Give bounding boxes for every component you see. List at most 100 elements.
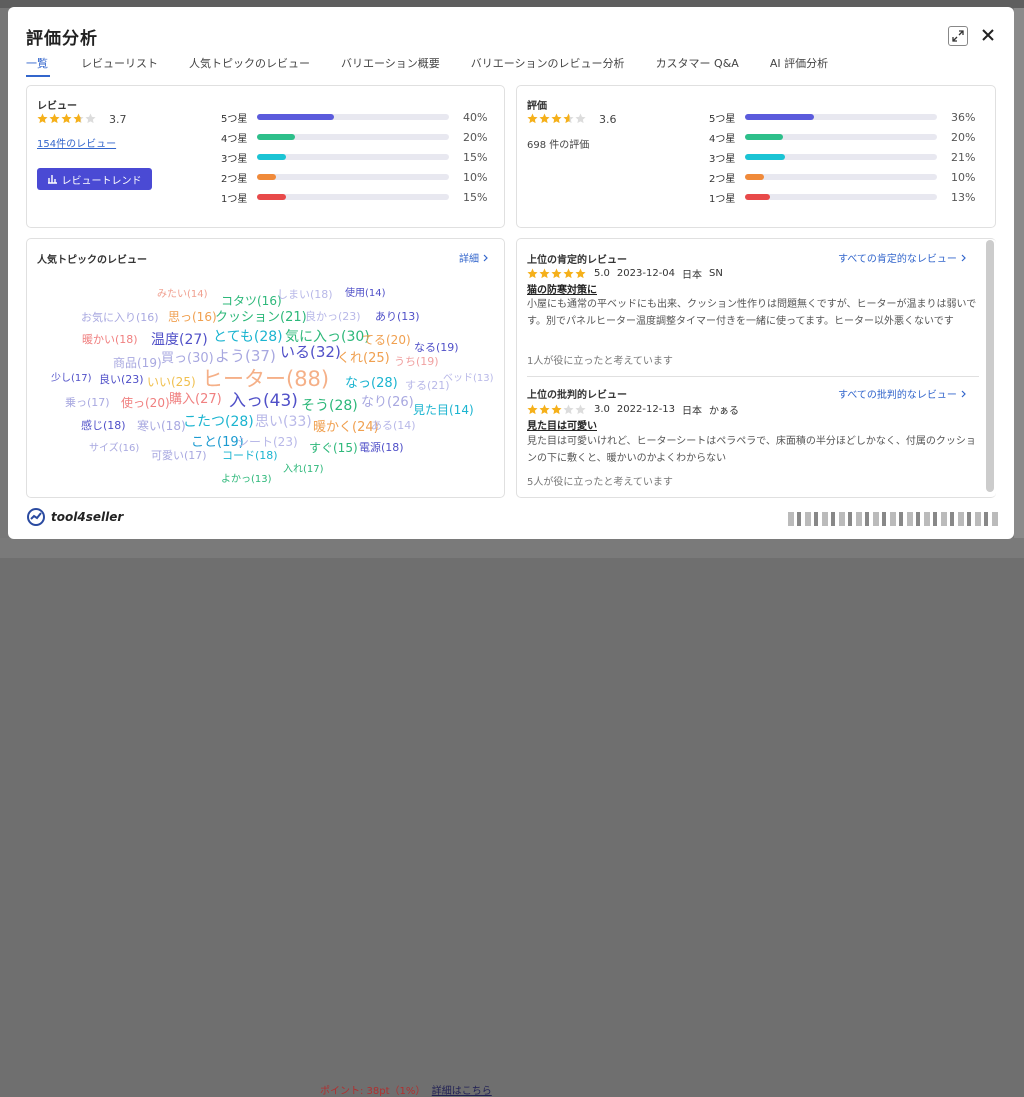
topic-word[interactable]: くれ(25) (337, 352, 390, 365)
tab-variation-overview[interactable]: バリエーション概要 (341, 55, 440, 77)
star-icon (539, 404, 550, 415)
topic-word[interactable]: よかっ(13) (221, 475, 272, 485)
review-trend-button[interactable]: レビュートレンド (37, 168, 152, 190)
reviews-scrollbar[interactable] (986, 240, 994, 492)
blurred-footer-area (788, 512, 998, 526)
topic-word[interactable]: 少し(17) (51, 374, 92, 384)
background-details-link[interactable]: 詳細はこちら (432, 1086, 492, 1097)
negative-review-title: 上位の批判的レビュー (527, 390, 627, 401)
star-icon (575, 404, 586, 415)
close-button[interactable] (978, 25, 998, 45)
topic-word[interactable]: そう(28) (301, 399, 358, 413)
topic-word[interactable]: シート(23) (237, 436, 298, 448)
topic-word[interactable]: よう(37) (215, 349, 276, 364)
tool4seller-logo-icon (27, 508, 45, 526)
positive-review-author: SN (709, 268, 723, 279)
topic-word[interactable]: 入っ(43) (229, 393, 298, 410)
topic-word[interactable]: あり(13) (375, 311, 420, 322)
topic-word[interactable]: 入れ(17) (283, 465, 324, 475)
distribution-percent: 15% (463, 150, 488, 164)
positive-review-body: 小屋にも通常の平ベッドにも出来、クッション性作りは問題無くですが、ヒーターが温ま… (527, 299, 977, 327)
distribution-percent: 13% (951, 190, 976, 204)
word-cloud: みたい(14) コタツ(16) しまい(18) 使用(14) お気に入り(16) 思っ(1… (27, 239, 502, 497)
topic-word[interactable]: 良かっ(23) (305, 311, 361, 322)
review-divider (527, 376, 979, 377)
topic-word[interactable]: 使用(14) (345, 289, 386, 299)
tab-review-list[interactable]: レビューリスト (81, 55, 158, 77)
topic-word[interactable]: 乗っ(17) (65, 397, 110, 408)
reviews-card: レビュー 3.7 154件のレビュー レビュートレンド 5つ星 40% 4つ星 2… (26, 85, 505, 228)
topic-word[interactable]: 気に入っ(30) (285, 330, 370, 344)
topic-word[interactable]: 暖かい(18) (82, 334, 138, 345)
topic-word[interactable]: 思っ(16) (168, 311, 217, 323)
topic-word[interactable]: 良い(23) (99, 374, 144, 385)
all-negative-reviews-link[interactable]: すべての批判的なレビュー (838, 386, 968, 401)
topic-word[interactable]: しまい(18) (277, 289, 333, 300)
topic-word[interactable]: すぐ(15) (309, 442, 358, 454)
topic-word[interactable]: 暖かく(24) (313, 421, 379, 434)
reviews-count-link[interactable]: 154件のレビュー (37, 135, 116, 150)
rating-analysis-modal: 評価分析 一覧 レビューリスト 人気トピックのレビュー バリエーション概要 バリ… (8, 7, 1014, 539)
topic-word[interactable]: 温度(27) (151, 333, 208, 347)
logo-text: tool4seller (51, 510, 124, 524)
topic-word[interactable]: てる(20) (362, 334, 411, 346)
all-positive-reviews-link[interactable]: すべての肯定的なレビュー (838, 250, 968, 265)
topic-word[interactable]: 可愛い(17) (151, 450, 207, 461)
topic-word[interactable]: 購入(27) (169, 393, 222, 406)
popular-topics-card: 人気トピックのレビュー 詳細 みたい(14) コタツ(16) しまい(18) 使用(1… (26, 238, 505, 498)
topic-word[interactable]: 感じ(18) (81, 420, 126, 431)
tab-customer-qa[interactable]: カスタマー Q&A (656, 55, 739, 77)
topic-word[interactable]: お気に入り(16) (81, 312, 159, 323)
topic-word[interactable]: 商品(19) (113, 357, 162, 369)
background-right-edge (1014, 8, 1024, 538)
topic-word[interactable]: とても(28) (213, 330, 283, 344)
tab-ai-analysis[interactable]: AI 評価分析 (770, 55, 828, 77)
negative-review-headline[interactable]: 見た目は可愛い (527, 417, 597, 432)
positive-review-headline[interactable]: 猫の防寒対策に (527, 281, 597, 296)
positive-review-date: 2023-12-04 (616, 268, 676, 279)
topic-word[interactable]: なっ(28) (345, 377, 398, 390)
distribution-label: 2つ星 (221, 173, 248, 185)
tab-popular-topics[interactable]: 人気トピックのレビュー (189, 55, 310, 77)
topic-word[interactable]: コード(18) (222, 450, 278, 461)
distribution-row: 2つ星 10% (709, 170, 975, 185)
negative-review-helpful: 5人が役に立ったと考えています (527, 477, 673, 488)
star-icon (539, 268, 550, 279)
star-icon (527, 113, 538, 124)
topic-word[interactable]: 買っ(30) (161, 352, 214, 365)
topic-word[interactable]: ベッド(13) (443, 374, 494, 384)
topic-word[interactable]: こと(19) (191, 436, 244, 449)
topic-word[interactable]: 思い(33) (255, 415, 312, 429)
all-negative-reviews-label: すべての批判的なレビュー (838, 390, 957, 401)
topic-word[interactable]: 電源(18) (359, 442, 404, 453)
topic-word[interactable]: こたつ(28) (183, 415, 254, 429)
distribution-fill (745, 134, 784, 140)
topic-word[interactable]: 使っ(20) (121, 397, 170, 409)
topic-word[interactable]: なる(19) (414, 342, 459, 353)
chevron-right-icon (961, 254, 966, 262)
negative-review-rating: 3.0 (594, 404, 610, 415)
distribution-track (257, 134, 449, 140)
topic-word[interactable]: ある(14) (371, 420, 416, 431)
distribution-track (257, 114, 449, 120)
distribution-row: 1つ星 15% (221, 190, 487, 205)
topic-word[interactable]: 見た目(14) (413, 404, 474, 416)
tab-variation-reviews[interactable]: バリエーションのレビュー分析 (471, 55, 625, 77)
distribution-label: 5つ星 (709, 113, 736, 125)
topic-word[interactable]: クッション(21) (215, 311, 307, 324)
topic-word[interactable]: ヒーター(88) (202, 369, 329, 390)
distribution-fill (257, 154, 286, 160)
tab-overview[interactable]: 一覧 (26, 55, 50, 77)
topic-word[interactable]: なり(26) (361, 396, 414, 409)
topic-word[interactable]: コタツ(16) (221, 295, 282, 307)
expand-button[interactable] (948, 26, 968, 46)
topic-word[interactable]: いる(32) (280, 345, 341, 360)
topic-word[interactable]: いい(25) (147, 376, 196, 388)
topic-word[interactable]: 寒い(18) (137, 420, 186, 432)
distribution-row: 3つ星 21% (709, 150, 975, 165)
topic-word[interactable]: サイズ(16) (89, 444, 139, 454)
distribution-label: 3つ星 (221, 153, 248, 165)
distribution-fill (257, 114, 334, 120)
topic-word[interactable]: みたい(14) (157, 290, 208, 300)
topic-word[interactable]: うち(19) (394, 356, 439, 367)
